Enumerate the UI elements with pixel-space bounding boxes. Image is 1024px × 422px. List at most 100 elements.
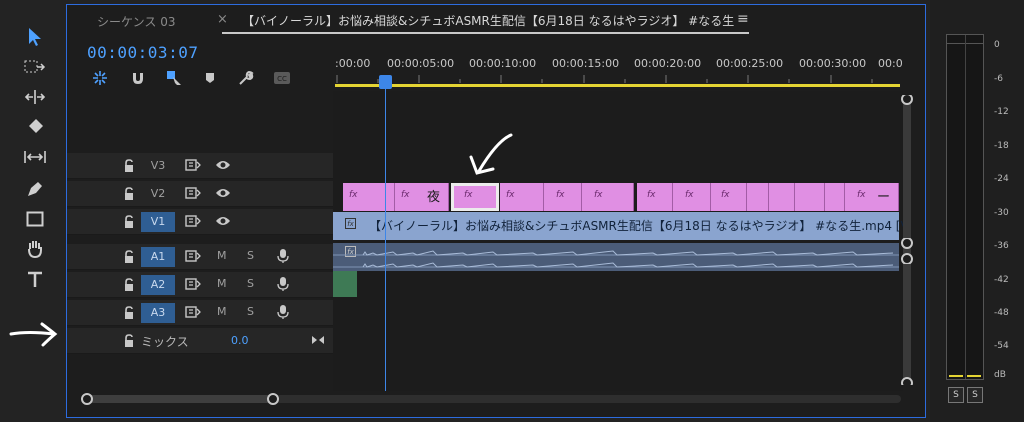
track-select-tool[interactable] <box>18 54 52 80</box>
go-to-end-icon[interactable] <box>311 335 325 345</box>
playhead-timecode[interactable]: 00:00:03:07 <box>87 43 198 62</box>
track-name-v2[interactable]: V2 <box>141 184 175 204</box>
mute-button[interactable]: M <box>217 305 227 318</box>
active-tab-underline <box>222 32 749 34</box>
v2-clip[interactable] <box>795 183 825 211</box>
mute-button[interactable]: M <box>217 249 227 262</box>
track-header-v2: V2 <box>67 181 333 207</box>
meter-tick: -12 <box>994 107 1009 117</box>
v2-clip-selected[interactable]: fx <box>451 183 499 211</box>
ripple-edit-icon <box>24 90 46 104</box>
v2-clip[interactable] <box>747 183 769 211</box>
track-name-a2[interactable]: A2 <box>141 275 175 295</box>
work-area-bar[interactable] <box>335 84 900 87</box>
meter-solo-right-button[interactable]: S <box>967 387 983 403</box>
sync-lock-icon[interactable] <box>185 306 201 318</box>
rectangle-icon <box>26 211 44 227</box>
panel-menu-button[interactable]: ≡ <box>737 11 749 27</box>
eye-icon[interactable] <box>215 215 231 227</box>
ruler-label: 00:00:05:00 <box>387 57 455 70</box>
playhead-line[interactable] <box>385 87 386 391</box>
pen-tool[interactable] <box>18 176 52 202</box>
solo-button[interactable]: S <box>247 249 254 262</box>
audio-scroll-handles[interactable] <box>900 238 914 264</box>
linked-selection-button[interactable] <box>163 67 185 89</box>
tab-sequence-03[interactable]: シーケンス 03 <box>97 13 176 30</box>
sequence-area[interactable]: fx fx 夜 fx fx fx fx fx fx fx fx ー fx 【バイノー… <box>333 75 909 391</box>
ripple-edit-tool[interactable] <box>18 84 52 110</box>
microphone-icon[interactable] <box>277 304 289 320</box>
v2-clip[interactable] <box>769 183 795 211</box>
v2-clip[interactable]: fx <box>637 183 673 211</box>
ruler-label: 00:00:10:00 <box>469 57 537 70</box>
meter-solo-left-button[interactable]: S <box>948 387 964 403</box>
mix-volume-value[interactable]: 0.0 <box>231 334 249 347</box>
v2-clip[interactable] <box>825 183 845 211</box>
horizontal-scrollbar[interactable] <box>81 391 901 405</box>
v2-clip[interactable]: fx <box>343 183 395 211</box>
pen-icon <box>28 182 42 196</box>
add-marker-button[interactable] <box>199 67 221 89</box>
lock-icon[interactable] <box>123 159 135 173</box>
v2-clip[interactable]: fx <box>544 183 582 211</box>
lock-icon[interactable] <box>123 215 135 229</box>
track-header-a2: A2 M S <box>67 272 333 298</box>
a1-audio-clip[interactable]: fx <box>333 243 899 271</box>
slip-tool[interactable] <box>18 144 52 170</box>
razor-tool[interactable] <box>18 114 52 140</box>
eye-icon[interactable] <box>215 159 231 171</box>
mute-button[interactable]: M <box>217 277 227 290</box>
a2-audio-clip[interactable] <box>333 271 357 297</box>
v2-clip[interactable]: fx <box>673 183 711 211</box>
eye-icon[interactable] <box>215 187 231 199</box>
meter-tick: -30 <box>994 208 1009 218</box>
v2-clip[interactable]: fx <box>582 183 634 211</box>
v2-clip[interactable]: fx <box>711 183 747 211</box>
sync-lock-icon[interactable] <box>185 187 201 199</box>
snap-button[interactable] <box>127 67 149 89</box>
captions-button[interactable]: CC <box>271 67 293 89</box>
lock-icon[interactable] <box>123 306 135 320</box>
track-name-a3[interactable]: A3 <box>141 303 175 323</box>
timeline-settings-button[interactable] <box>235 67 257 89</box>
v1-clip-label: 【バイノーラル】お悩み相談&シチュボASMR生配信【6月18日 なるはやラジオ】… <box>369 219 909 233</box>
meter-tick: -48 <box>994 308 1009 318</box>
track-name-v1[interactable]: V1 <box>141 212 175 232</box>
sync-lock-icon[interactable] <box>185 215 201 227</box>
tab-active-sequence[interactable]: 【バイノーラル】お悩み相談&シチュボASMR生配信【6月18日 なるはやラジオ】… <box>242 12 742 29</box>
sync-lock-icon[interactable] <box>185 250 201 262</box>
tab-close-button[interactable]: × <box>217 12 228 27</box>
lock-icon[interactable] <box>123 278 135 292</box>
time-ruler[interactable]: :00:00 00:00:05:00 00:00:10:00 00:00:15:… <box>335 55 903 91</box>
type-tool[interactable] <box>18 266 52 292</box>
meter-tick: -24 <box>994 174 1009 184</box>
meter-bars <box>946 34 984 380</box>
sync-lock-icon[interactable] <box>185 278 201 290</box>
v2-clip[interactable]: fx 夜 <box>395 183 449 211</box>
selection-tool[interactable] <box>18 24 52 50</box>
solo-button[interactable]: S <box>247 277 254 290</box>
rectangle-tool[interactable] <box>18 206 52 232</box>
sync-lock-icon[interactable] <box>185 159 201 171</box>
audio-meter-panel: 0 -6 -12 -18 -24 -30 -36 -42 -48 -54 dB … <box>930 0 1024 422</box>
vertical-scrollbar[interactable] <box>900 93 914 389</box>
lock-icon[interactable] <box>123 334 135 348</box>
annotation-arrow-down-left-icon <box>469 133 513 175</box>
track-name-v3[interactable]: V3 <box>141 156 175 176</box>
track-name-a1[interactable]: A1 <box>141 247 175 267</box>
nest-toggle-button[interactable] <box>89 67 111 89</box>
hand-tool[interactable] <box>18 236 52 262</box>
meter-tick: -54 <box>994 341 1009 351</box>
tools-panel <box>0 0 66 422</box>
v2-clip[interactable]: fx <box>500 183 544 211</box>
wrench-icon <box>239 70 254 85</box>
lock-icon[interactable] <box>123 187 135 201</box>
v1-video-clip[interactable]: fx 【バイノーラル】お悩み相談&シチュボASMR生配信【6月18日 なるはやラ… <box>333 212 909 240</box>
fx-badge: fx <box>401 190 410 200</box>
microphone-icon[interactable] <box>277 276 289 292</box>
v2-clip[interactable]: fx ー <box>845 183 899 211</box>
ruler-label: 00:00:15:00 <box>552 57 620 70</box>
lock-icon[interactable] <box>123 250 135 264</box>
solo-button[interactable]: S <box>247 305 254 318</box>
microphone-icon[interactable] <box>277 248 289 264</box>
